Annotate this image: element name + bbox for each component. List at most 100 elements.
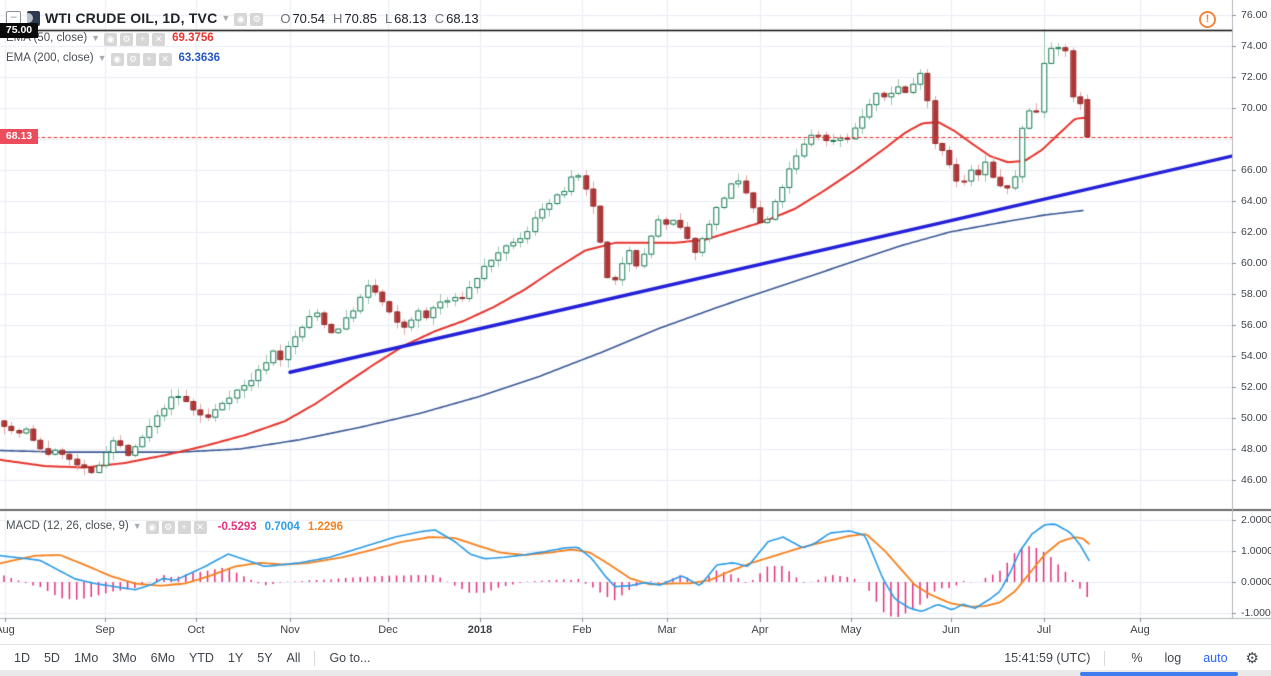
price-tick-label: 74.00 bbox=[1241, 40, 1267, 52]
add-icon[interactable]: + bbox=[178, 521, 191, 534]
macd-label[interactable]: MACD (12, 26, close, 9) bbox=[6, 520, 129, 532]
price-tick-label: 72.00 bbox=[1241, 71, 1267, 83]
bottom-toolbar: 1D 5D 1Mo 3Mo 6Mo YTD 1Y 5Y All Go to... 15:41:5… bbox=[0, 644, 1271, 671]
month-label-dec: Dec bbox=[378, 624, 398, 636]
macd-values: -0.5293 0.7004 1.2296 bbox=[210, 517, 343, 535]
ohlc-value: 70.54 bbox=[292, 11, 325, 26]
settings-gear-icon[interactable]: ⚙ bbox=[1246, 649, 1259, 667]
range-button-1d[interactable]: 1D bbox=[14, 651, 30, 665]
gear-icon[interactable]: ⚙ bbox=[127, 53, 140, 66]
range-button-5d[interactable]: 5D bbox=[44, 651, 60, 665]
range-button-6mo[interactable]: 6Mo bbox=[151, 651, 175, 665]
month-label-aug: Aug bbox=[1130, 624, 1150, 636]
price-tick-label: 76.00 bbox=[1241, 9, 1267, 21]
macd-value: -0.5293 bbox=[218, 521, 257, 533]
price-tick-label: 60.00 bbox=[1241, 257, 1267, 269]
macd-tick-label: 1.0000 bbox=[1241, 545, 1271, 557]
macd-legend-row: MACD (12, 26, close, 9) ▼ ◉⚙+✕ -0.5293 0.… bbox=[6, 516, 343, 536]
month-label-sep: Sep bbox=[95, 624, 115, 636]
indicator-buttons: ◉⚙+✕ bbox=[111, 49, 175, 67]
month-label-mar: Mar bbox=[658, 624, 677, 636]
clock-label[interactable]: 15:41:59 (UTC) bbox=[1004, 651, 1090, 665]
close-icon[interactable]: ✕ bbox=[159, 53, 172, 66]
price-tick-label: 62.00 bbox=[1241, 226, 1267, 238]
chevron-down-icon[interactable]: ▼ bbox=[98, 53, 107, 63]
ohlc-value: 68.13 bbox=[446, 11, 479, 26]
price-tick-label: 48.00 bbox=[1241, 443, 1267, 455]
macd-value: 1.2296 bbox=[308, 521, 343, 533]
eye-icon[interactable]: ◉ bbox=[111, 53, 124, 66]
ohlc-key: O bbox=[280, 11, 290, 26]
price-tick-label: 52.00 bbox=[1241, 381, 1267, 393]
month-label-apr: Apr bbox=[751, 624, 768, 636]
indicator-buttons: ◉⚙+✕ bbox=[104, 29, 168, 47]
scrollbar-thumb[interactable] bbox=[1080, 672, 1238, 676]
indicator-buttons: ◉⚙+✕ bbox=[146, 517, 210, 535]
price-tick-label: 56.00 bbox=[1241, 319, 1267, 331]
eye-icon[interactable]: ◉ bbox=[146, 521, 159, 534]
macd-tick-label: -1.0000 bbox=[1241, 607, 1271, 619]
close-icon[interactable]: ✕ bbox=[152, 33, 165, 46]
ohlc-value: 70.85 bbox=[344, 11, 377, 26]
ohlc-value: 68.13 bbox=[394, 11, 427, 26]
chevron-down-icon[interactable]: ▼ bbox=[221, 13, 230, 23]
range-button-1y[interactable]: 1Y bbox=[228, 651, 243, 665]
add-icon[interactable]: + bbox=[143, 53, 156, 66]
chevron-down-icon[interactable]: ▼ bbox=[91, 33, 100, 43]
month-label-may: May bbox=[841, 624, 862, 636]
gear-icon[interactable]: ⚙ bbox=[120, 33, 133, 46]
ema200-legend-row: EMA (200, close) ▼ ◉⚙+✕ 63.3636 bbox=[6, 48, 479, 68]
percent-scale-button[interactable]: % bbox=[1131, 651, 1142, 665]
macd-tick-label: 0.0000 bbox=[1241, 576, 1271, 588]
ohlc-key: L bbox=[385, 11, 392, 26]
ema200-label[interactable]: EMA (200, close) bbox=[6, 52, 94, 64]
range-button-3mo[interactable]: 3Mo bbox=[112, 651, 136, 665]
gear-icon[interactable]: ⚙ bbox=[250, 13, 263, 26]
macd-value: 0.7004 bbox=[265, 521, 300, 533]
range-button-1mo[interactable]: 1Mo bbox=[74, 651, 98, 665]
price-tick-label: 58.00 bbox=[1241, 288, 1267, 300]
price-tick-label: 70.00 bbox=[1241, 102, 1267, 114]
ema200-value: 63.3636 bbox=[179, 52, 221, 64]
toolbar-divider bbox=[314, 651, 315, 666]
price-line-badge: 75.00 bbox=[0, 23, 38, 38]
log-scale-button[interactable]: log bbox=[1165, 651, 1182, 665]
symbol-buttons: ◉⚙ bbox=[234, 9, 266, 27]
data-warning-icon[interactable]: ! bbox=[1199, 11, 1216, 28]
range-button-ytd[interactable]: YTD bbox=[189, 651, 214, 665]
last-price-badge: 68.13 bbox=[0, 129, 38, 144]
close-icon[interactable]: ✕ bbox=[194, 521, 207, 534]
price-tick-label: 54.00 bbox=[1241, 350, 1267, 362]
price-tick-label: 66.00 bbox=[1241, 164, 1267, 176]
symbol-title[interactable]: WTI CRUDE OIL, 1D, TVC bbox=[45, 10, 217, 26]
month-label-jul: Jul bbox=[1037, 624, 1051, 636]
eye-icon[interactable]: ◉ bbox=[104, 33, 117, 46]
month-label-aug: Aug bbox=[0, 624, 15, 636]
add-icon[interactable]: + bbox=[136, 33, 149, 46]
month-label-jun: Jun bbox=[942, 624, 960, 636]
eye-icon[interactable]: ◉ bbox=[234, 13, 247, 26]
ohlc-key: C bbox=[435, 11, 444, 26]
month-label-nov: Nov bbox=[280, 624, 300, 636]
symbol-legend-row: – WTI CRUDE OIL, 1D, TVC ▼ ◉⚙ O70.54H70.… bbox=[6, 8, 479, 28]
range-button-5y[interactable]: 5Y bbox=[257, 651, 272, 665]
ohlc-key: H bbox=[333, 11, 342, 26]
goto-button[interactable]: Go to... bbox=[329, 651, 370, 665]
ema50-legend-row: EMA (50, close) ▼ ◉⚙+✕ 69.3756 bbox=[6, 28, 479, 48]
ohlc-values: O70.54H70.85L68.13C68.13 bbox=[272, 11, 478, 26]
legend: – WTI CRUDE OIL, 1D, TVC ▼ ◉⚙ O70.54H70.… bbox=[6, 8, 479, 68]
month-label-feb: Feb bbox=[573, 624, 592, 636]
toolbar-divider bbox=[1104, 651, 1105, 666]
month-label-oct: Oct bbox=[187, 624, 204, 636]
gear-icon[interactable]: ⚙ bbox=[162, 521, 175, 534]
auto-scale-button[interactable]: auto bbox=[1203, 651, 1227, 665]
price-tick-label: 46.00 bbox=[1241, 474, 1267, 486]
macd-tick-label: 2.0000 bbox=[1241, 514, 1271, 526]
price-tick-label: 64.00 bbox=[1241, 195, 1267, 207]
range-button-all[interactable]: All bbox=[287, 651, 301, 665]
month-label-2018: 2018 bbox=[468, 624, 492, 636]
tradingview-chart-window: { "legend": { "collapse_glyph": "–", "ti… bbox=[0, 0, 1271, 676]
main-chart-canvas[interactable] bbox=[0, 0, 1271, 644]
range-buttons: 1D 5D 1Mo 3Mo 6Mo YTD 1Y 5Y All bbox=[0, 651, 300, 665]
chevron-down-icon[interactable]: ▼ bbox=[133, 521, 142, 531]
